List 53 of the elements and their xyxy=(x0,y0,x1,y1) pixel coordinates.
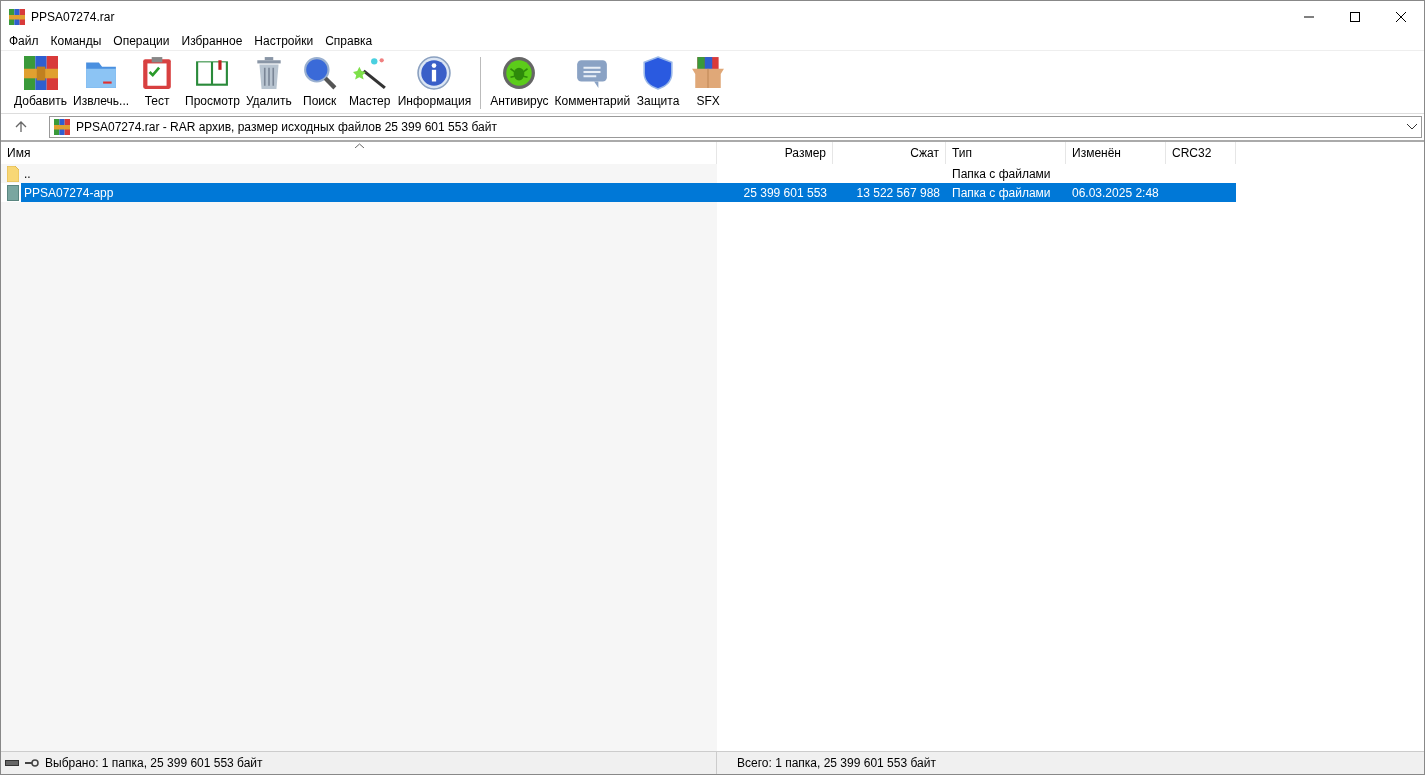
app-icon xyxy=(9,8,25,25)
shield-icon xyxy=(641,56,676,90)
menu-item[interactable]: Файл xyxy=(3,34,45,48)
toolbar-button[interactable]: Тест xyxy=(132,56,183,113)
toolbar-button[interactable]: Антивирус xyxy=(487,56,552,113)
table-cell: 13 522 567 988 xyxy=(856,185,940,200)
toolbar-button[interactable]: Поиск xyxy=(294,56,345,113)
file-name[interactable]: PPSA07274-app xyxy=(22,185,116,200)
status-text: Выбрано: 1 папка, 25 399 601 553 байт xyxy=(45,756,263,770)
dropdown-caret-icon[interactable] xyxy=(1407,124,1417,130)
maximize-icon xyxy=(1350,11,1360,22)
status-text: Всего: 1 папка, 25 399 601 553 байт xyxy=(736,756,936,770)
toolbar-button[interactable]: Комментарий xyxy=(551,56,634,113)
column-header[interactable]: CRC32 xyxy=(1166,142,1236,164)
table-cell: Папка с файлами xyxy=(952,166,1051,181)
search-icon xyxy=(302,56,337,90)
file-name[interactable]: .. xyxy=(22,166,33,181)
menu-item[interactable]: Команды xyxy=(44,34,108,48)
key-icon xyxy=(25,759,39,767)
toolbar-button[interactable]: Добавить xyxy=(11,56,71,113)
selected-row[interactable]: PPSA07274-app 25 399 601 553 13 522 567 988 Папка с файлами 06.03.2025 2:48 xyxy=(1,183,1236,202)
toolbar-button[interactable]: Удалить xyxy=(242,56,295,113)
toolbar-button[interactable]: Защита xyxy=(633,56,684,113)
up-arrow-icon[interactable] xyxy=(15,121,27,133)
column-header[interactable]: Размер xyxy=(717,142,833,164)
table-row[interactable]: .. Папка с файлами xyxy=(1,164,1236,183)
close-icon xyxy=(1396,11,1406,22)
archive-books-icon xyxy=(54,119,70,135)
toolbar-button[interactable]: Просмотр xyxy=(182,56,243,113)
archive-books-icon xyxy=(23,56,58,90)
menu-item[interactable]: Избранное xyxy=(175,34,249,48)
column-header[interactable]: Имя xyxy=(1,142,717,164)
magic-wand-icon xyxy=(352,56,387,90)
menu-item[interactable]: Справка xyxy=(319,34,379,48)
table-cell: 25 399 601 553 xyxy=(743,185,827,200)
sort-caret-icon xyxy=(355,143,364,148)
column-header[interactable]: Тип xyxy=(946,142,1066,164)
window-title: PPSA07274.rar xyxy=(31,9,115,24)
column-header[interactable]: Сжат xyxy=(833,142,946,164)
bug-icon xyxy=(502,56,537,90)
toolbar-button[interactable]: Извлечь... xyxy=(70,56,133,113)
menu-item[interactable]: Операции xyxy=(107,34,176,48)
toolbar-button[interactable]: Мастер xyxy=(344,56,395,113)
address-field[interactable]: PPSA07274.rar - RAR архив, размер исходных файлов 25 399 601 553 байт xyxy=(49,116,1422,138)
table-cell: Папка с файлами xyxy=(952,185,1051,200)
toolbar-button[interactable]: SFX xyxy=(683,56,734,113)
box-icon xyxy=(691,56,726,90)
table-cell: 06.03.2025 2:48 xyxy=(1072,185,1159,200)
column-header[interactable]: Изменён xyxy=(1066,142,1166,164)
info-icon xyxy=(417,56,452,90)
menu-item[interactable]: Настройки xyxy=(248,34,320,48)
toolbar-button[interactable]: Информация xyxy=(394,56,475,113)
drive-icon xyxy=(5,759,19,767)
